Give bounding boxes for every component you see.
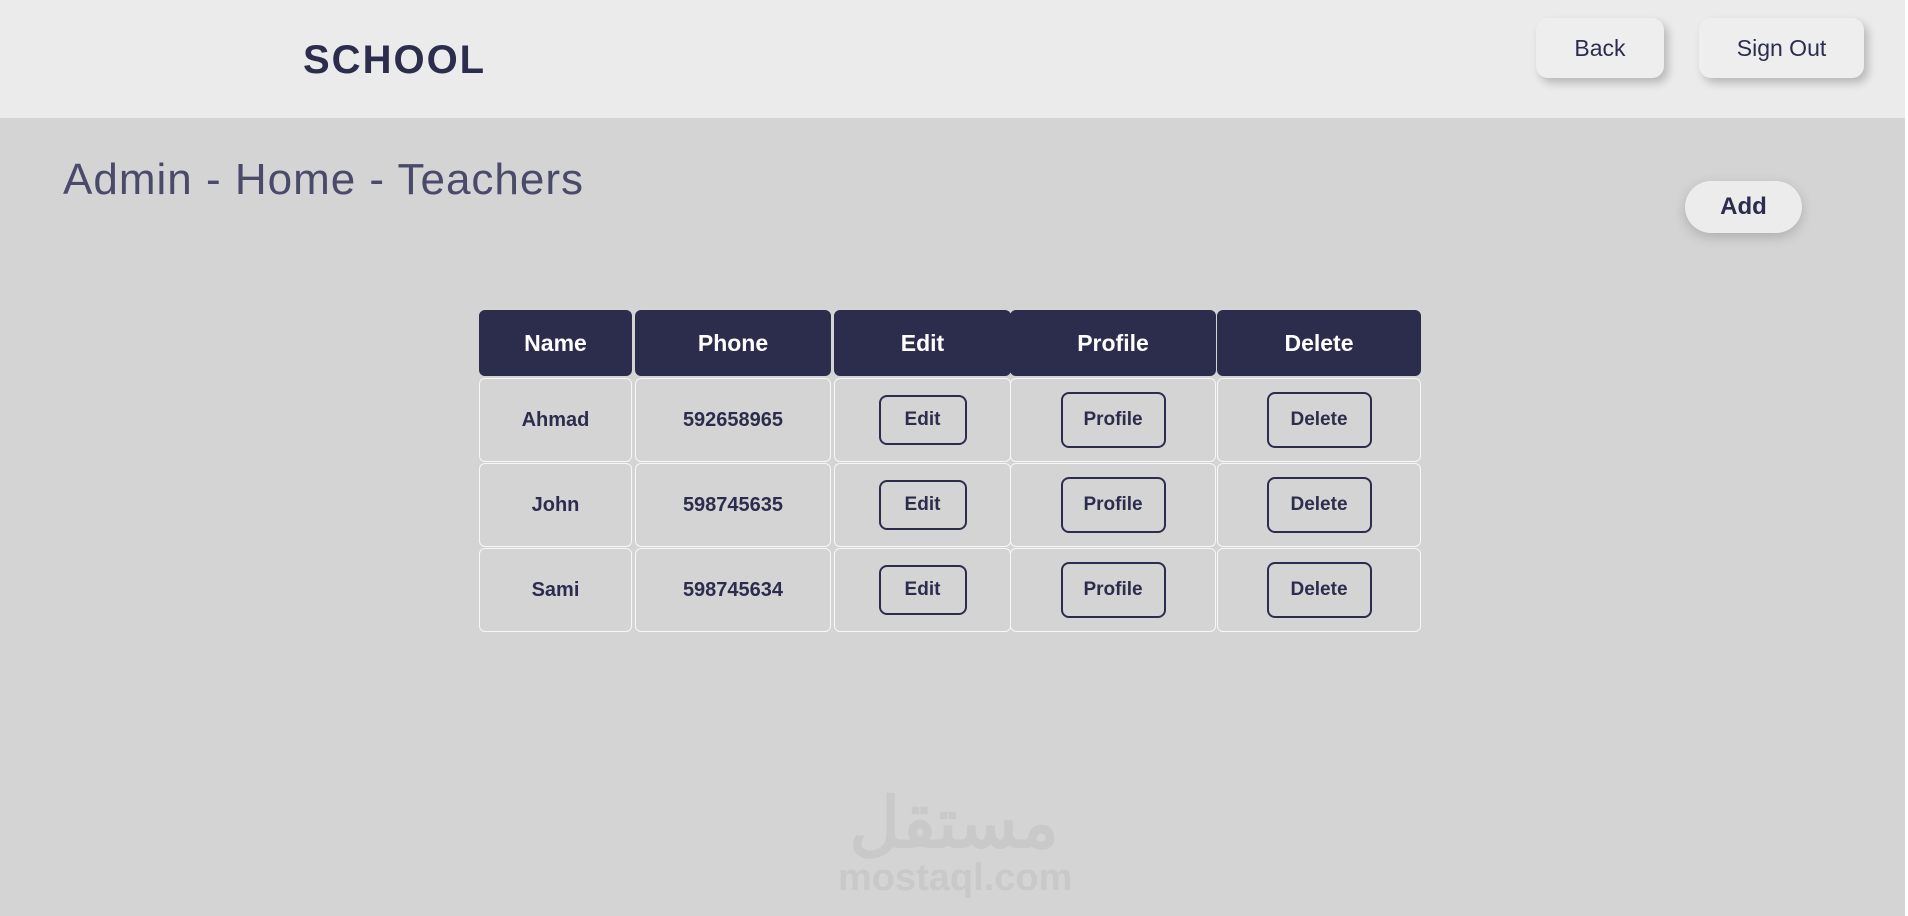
page-title: Admin - Home - Teachers — [63, 155, 585, 204]
delete-button[interactable]: Delete — [1266, 562, 1372, 618]
sign-out-button[interactable]: Sign Out — [1699, 18, 1864, 78]
cell-name: Ahmad — [479, 378, 632, 462]
edit-button[interactable]: Edit — [878, 480, 967, 530]
watermark-arabic-text: مستقل — [849, 784, 1059, 862]
cell-delete: Delete — [1217, 463, 1421, 547]
cell-delete: Delete — [1217, 378, 1421, 462]
cell-name: Sami — [479, 548, 632, 632]
cell-edit: Edit — [834, 548, 1011, 632]
cell-edit: Edit — [834, 378, 1011, 462]
delete-button[interactable]: Delete — [1266, 392, 1372, 448]
edit-button[interactable]: Edit — [878, 565, 967, 615]
header-profile: Profile — [1010, 310, 1216, 376]
cell-edit: Edit — [834, 463, 1011, 547]
cell-phone: 598745635 — [635, 463, 831, 547]
back-button[interactable]: Back — [1536, 18, 1664, 78]
cell-profile: Profile — [1010, 378, 1216, 462]
header-delete: Delete — [1217, 310, 1421, 376]
header-edit: Edit — [834, 310, 1011, 376]
header-phone: Phone — [635, 310, 831, 376]
cell-profile: Profile — [1010, 463, 1216, 547]
cell-delete: Delete — [1217, 548, 1421, 632]
cell-phone: 598745634 — [635, 548, 831, 632]
cell-name: John — [479, 463, 632, 547]
edit-button[interactable]: Edit — [878, 395, 967, 445]
profile-button[interactable]: Profile — [1060, 477, 1166, 533]
profile-button[interactable]: Profile — [1060, 392, 1166, 448]
add-teacher-button[interactable]: Add — [1685, 181, 1802, 233]
site-logo: SCHOOL — [303, 38, 487, 82]
delete-button[interactable]: Delete — [1266, 477, 1372, 533]
profile-button[interactable]: Profile — [1060, 562, 1166, 618]
header-name: Name — [479, 310, 632, 376]
top-navbar: SCHOOL Back Sign Out — [0, 0, 1905, 118]
cell-phone: 592658965 — [635, 378, 831, 462]
cell-profile: Profile — [1010, 548, 1216, 632]
watermark-latin-text: mostaql.com — [838, 857, 1073, 899]
watermark: مستقل mostaql.com — [838, 784, 1073, 899]
